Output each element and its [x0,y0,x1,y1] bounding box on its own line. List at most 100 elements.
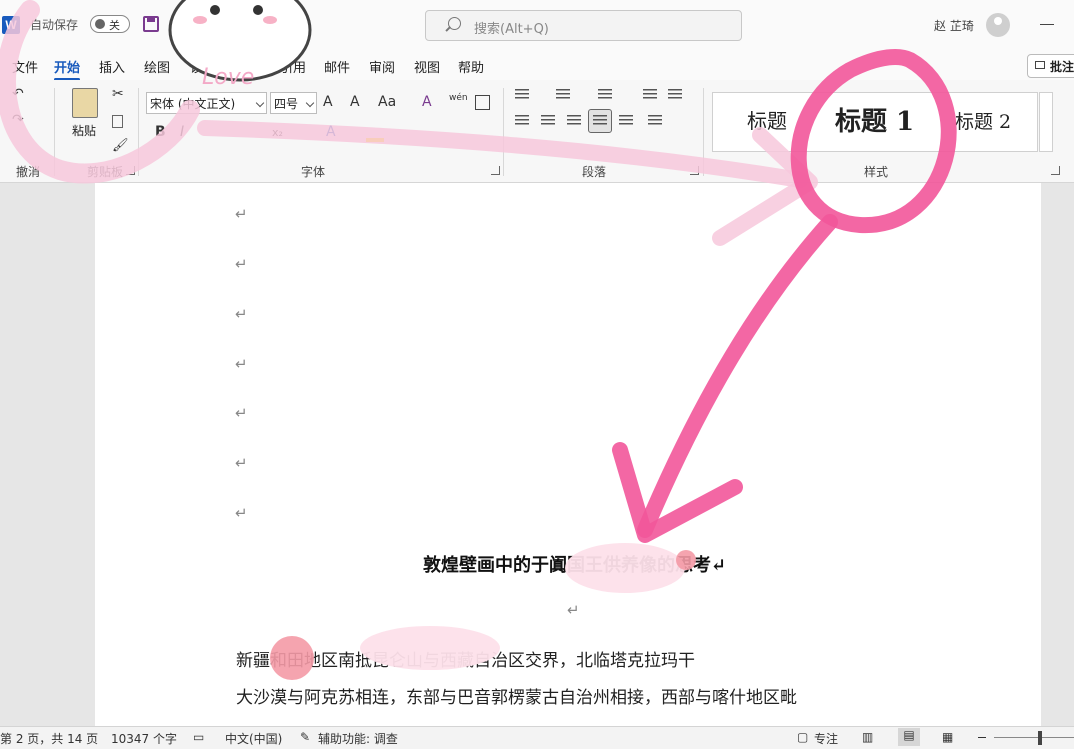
font-name-value: 宋体 (中文正文) [150,97,236,111]
paragraph-mark: ↵ [235,454,248,472]
body-text-line: 新疆和田地区南抵昆仑山与西藏自治区交界，北临塔克拉玛干 [236,651,695,671]
font-name-select[interactable]: 宋体 (中文正文) [146,92,267,114]
search-box[interactable]: 搜索(Alt+Q) [425,10,742,41]
zoom-out-icon[interactable] [978,737,986,738]
accessibility-icon[interactable]: ✎ [300,730,310,744]
paragraph-mark: ↵ [235,504,248,522]
clipboard-group-label: 剪贴板 [87,165,124,179]
tab-design[interactable]: 设计 [190,57,216,76]
paragraph-mark: ↵ [235,205,248,223]
accessibility-status[interactable]: 辅助功能: 调查 [318,730,398,747]
line-spacing-icon[interactable] [648,115,662,127]
phonetic-guide-icon[interactable]: wén [449,93,468,103]
copy-icon[interactable] [112,115,123,128]
subscript-icon[interactable]: x₂ [272,126,283,139]
redo-icon[interactable]: ↷ [12,112,24,128]
search-icon [448,17,461,30]
paragraph-mark: ↵ [235,255,248,273]
title-bar: W 自动保存 关 搜索(Alt+Q) 赵 芷琦 [0,0,1074,50]
document-area: ↵ ↵ ↵ ↵ ↵ ↵ ↵ 敦煌壁画中的于阗国王供养像的思考↵ ↵ 新疆和田地区… [0,183,1074,726]
styles-launcher-icon[interactable] [1051,166,1060,175]
clear-format-icon[interactable]: A [422,94,432,110]
minimize-icon[interactable] [1040,24,1054,25]
focus-icon[interactable]: ▢ [797,730,808,744]
comment-button[interactable]: 批注 [1027,54,1074,78]
autosave-label: 自动保存 [30,18,79,32]
distributed-icon[interactable] [619,115,633,127]
zoom-slider[interactable] [994,737,1074,738]
format-painter-icon[interactable]: 🖌 [112,138,129,153]
tab-references[interactable]: 引用 [280,57,306,76]
tab-view[interactable]: 视图 [414,57,440,76]
cut-icon[interactable]: ✂ [112,86,124,102]
paste-label[interactable]: 粘贴 [72,122,96,139]
char-border-icon[interactable] [475,95,490,110]
bold-icon[interactable]: B [155,124,166,140]
autosave-toggle[interactable]: 关 [90,15,130,33]
tab-draw[interactable]: 绘图 [144,57,170,76]
text-effects-icon[interactable]: A [326,124,336,140]
user-name[interactable]: 赵 芷琦 [934,17,974,34]
document-page[interactable]: ↵ ↵ ↵ ↵ ↵ ↵ ↵ 敦煌壁画中的于阗国王供养像的思考↵ ↵ 新疆和田地区… [95,183,1041,726]
user-avatar-icon[interactable] [986,13,1010,37]
tab-home[interactable]: 开始 [54,57,81,81]
web-layout-icon[interactable]: ▦ [942,730,953,744]
toggle-knob [95,19,105,29]
font-size-select[interactable]: 四号 [270,92,317,114]
grow-font-icon[interactable]: A [323,94,333,110]
highlight-icon[interactable] [366,138,384,142]
word-count[interactable]: 10347 个字 [111,730,177,747]
style-heading-1[interactable]: 标题 1 [835,101,914,138]
clipboard-launcher-icon[interactable] [126,166,135,175]
justify-icon [593,115,607,127]
body-text-line: 大沙漠与阿克苏相连，东部与巴音郭楞蒙古自治州相接，西部与喀什地区毗 [236,688,797,708]
change-case-icon[interactable]: Aa [378,94,396,110]
paragraph-mark: ↵ [235,305,248,323]
styles-scroll[interactable] [1039,92,1053,152]
numbering-icon[interactable] [556,89,570,101]
focus-label[interactable]: 专注 [814,730,838,747]
tab-mailings[interactable]: 邮件 [324,57,350,76]
font-launcher-icon[interactable] [491,166,500,175]
italic-icon[interactable]: I [180,124,184,140]
align-right-icon[interactable] [567,115,581,127]
font-group-label: 字体 [301,165,326,179]
tab-help[interactable]: 帮助 [458,57,484,76]
language-status[interactable]: 中文(中国) [225,730,282,747]
styles-gallery: 标题 标题 1 标题 2 [712,92,1038,152]
paragraph-mark: ↵ [235,404,248,422]
paste-icon[interactable] [72,88,98,118]
ribbon-tabs: 文件 开始 插入 绘图 设计 布局 引用 邮件 审阅 视图 帮助 批注 [0,50,1074,81]
print-layout-icon[interactable]: ▤ [898,728,920,746]
paragraph-mark: ↵ [235,355,248,373]
proofing-icon[interactable]: ▭ [193,730,204,744]
decrease-indent-icon[interactable] [643,89,657,101]
align-left-icon[interactable] [515,115,529,127]
tab-review[interactable]: 审阅 [369,57,395,76]
group-divider [503,88,504,176]
chevron-down-icon [305,98,315,108]
group-divider [703,88,704,176]
styles-group-label: 样式 [864,165,889,179]
paragraph-launcher-icon[interactable] [690,166,699,175]
bullets-icon[interactable] [515,89,529,101]
group-divider [138,88,139,176]
word-app-icon: W [2,16,20,34]
tab-layout[interactable]: 布局 [236,57,262,76]
multilevel-list-icon[interactable] [598,89,612,101]
shrink-font-icon[interactable]: A [350,94,360,110]
zoom-slider-thumb[interactable] [1038,731,1042,745]
style-title[interactable]: 标题 [747,105,787,134]
align-center-icon[interactable] [541,115,555,127]
style-heading-2[interactable]: 标题 2 [955,107,1011,134]
tab-insert[interactable]: 插入 [99,57,125,76]
undo-icon[interactable]: ↶ [12,86,24,102]
document-title: 敦煌壁画中的于阗国王供养像的思考↵ [423,555,727,576]
read-mode-icon[interactable]: ▥ [862,730,873,744]
paragraph-group-label: 段落 [582,165,607,179]
search-placeholder: 搜索(Alt+Q) [474,22,549,37]
save-icon[interactable] [143,16,159,32]
page-count[interactable]: 第 2 页，共 14 页 [0,730,98,747]
tab-file[interactable]: 文件 [12,57,38,76]
increase-indent-icon[interactable] [668,89,682,101]
